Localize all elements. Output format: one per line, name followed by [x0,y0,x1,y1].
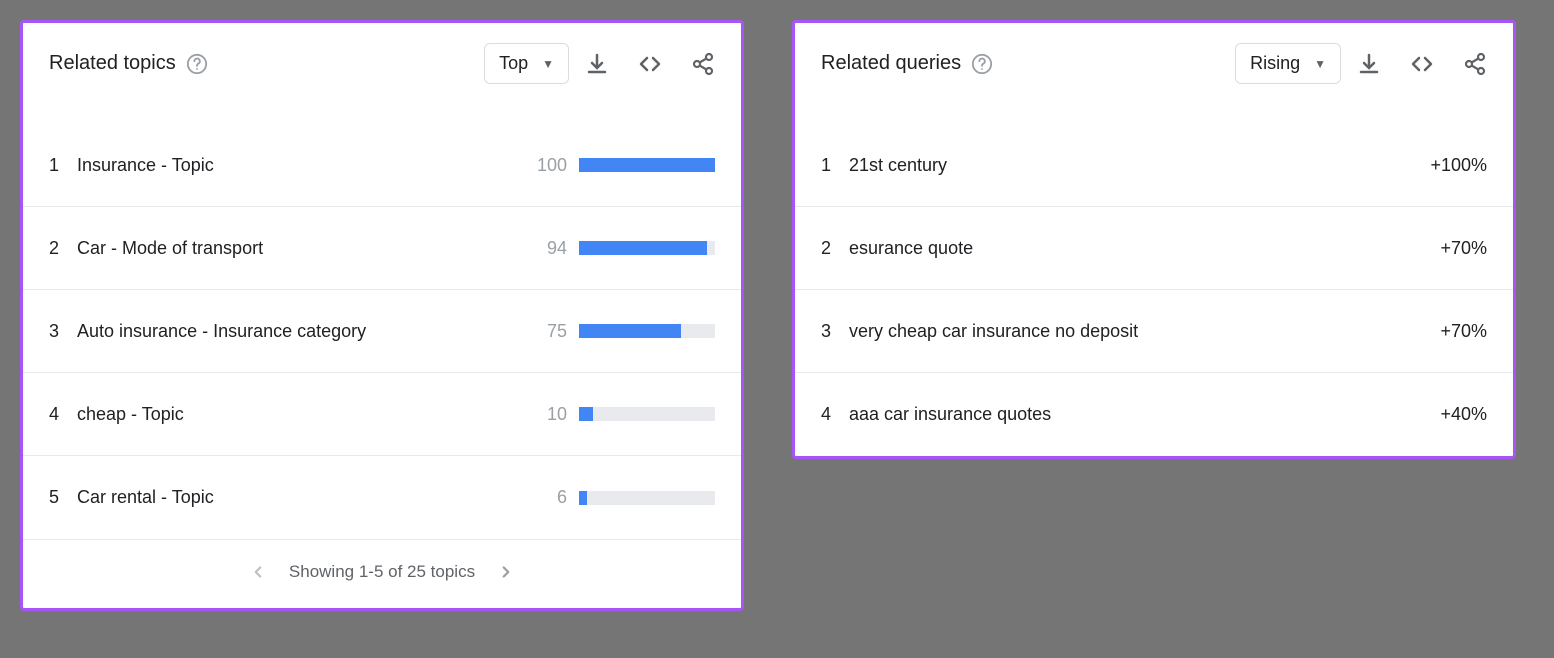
delta: +40% [1427,404,1487,425]
related-topics-card: Related topics Top ▼ [20,20,744,611]
score: 94 [531,238,567,259]
share-icon[interactable] [691,52,715,76]
rank: 2 [821,238,849,259]
embed-icon[interactable] [637,52,663,76]
item-label: 21st century [849,155,1427,176]
item-label: Auto insurance - Insurance category [77,321,531,342]
bar-fill [579,241,707,255]
topics-list: 1 Insurance - Topic 100 2 Car - Mode of … [23,124,741,539]
score: 75 [531,321,567,342]
list-item[interactable]: 5 Car rental - Topic 6 [23,456,741,539]
delta: +70% [1427,321,1487,342]
bar-fill [579,158,715,172]
help-icon[interactable] [971,53,993,75]
bar-fill [579,407,593,421]
related-queries-card: Related queries Rising ▼ [792,20,1516,459]
pager: Showing 1-5 of 25 topics [23,539,741,608]
bar-track [579,241,715,255]
item-label: aaa car insurance quotes [849,404,1427,425]
queries-list: 1 21st century +100% 2 esurance quote +7… [795,124,1513,456]
sort-dropdown[interactable]: Rising ▼ [1235,43,1341,84]
card-header: Related queries Rising ▼ [795,23,1513,100]
list-item[interactable]: 3 very cheap car insurance no deposit +7… [795,290,1513,373]
rank: 3 [821,321,849,342]
dropdown-label: Top [499,53,528,74]
bar-fill [579,324,681,338]
share-icon[interactable] [1463,52,1487,76]
list-item[interactable]: 1 Insurance - Topic 100 [23,124,741,207]
list-item[interactable]: 3 Auto insurance - Insurance category 75 [23,290,741,373]
list-item[interactable]: 4 aaa car insurance quotes +40% [795,373,1513,456]
bar-track [579,491,715,505]
rank: 1 [49,155,77,176]
item-label: esurance quote [849,238,1427,259]
dropdown-label: Rising [1250,53,1300,74]
rank: 1 [821,155,849,176]
rank: 3 [49,321,77,342]
action-icons [585,52,715,76]
chevron-down-icon: ▼ [542,57,554,71]
delta: +100% [1427,155,1487,176]
list-item[interactable]: 4 cheap - Topic 10 [23,373,741,456]
score: 10 [531,404,567,425]
list-item[interactable]: 1 21st century +100% [795,124,1513,207]
item-label: Car rental - Topic [77,487,531,508]
embed-icon[interactable] [1409,52,1435,76]
download-icon[interactable] [1357,52,1381,76]
rank: 2 [49,238,77,259]
card-header: Related topics Top ▼ [23,23,741,100]
action-icons [1357,52,1487,76]
rank: 5 [49,487,77,508]
item-label: cheap - Topic [77,404,531,425]
card-title: Related topics [49,52,176,75]
item-label: Insurance - Topic [77,155,531,176]
help-icon[interactable] [186,53,208,75]
bar-track [579,158,715,172]
bar-track [579,407,715,421]
rank: 4 [821,404,849,425]
card-title: Related queries [821,52,961,75]
list-item[interactable]: 2 esurance quote +70% [795,207,1513,290]
chevron-right-icon[interactable] [497,563,515,581]
item-label: Car - Mode of transport [77,238,531,259]
chevron-down-icon: ▼ [1314,57,1326,71]
chevron-left-icon[interactable] [249,563,267,581]
bar-track [579,324,715,338]
score: 100 [531,155,567,176]
pager-text: Showing 1-5 of 25 topics [289,562,475,582]
bar-fill [579,491,587,505]
delta: +70% [1427,238,1487,259]
list-item[interactable]: 2 Car - Mode of transport 94 [23,207,741,290]
rank: 4 [49,404,77,425]
score: 6 [531,487,567,508]
sort-dropdown[interactable]: Top ▼ [484,43,569,84]
item-label: very cheap car insurance no deposit [849,321,1427,342]
download-icon[interactable] [585,52,609,76]
